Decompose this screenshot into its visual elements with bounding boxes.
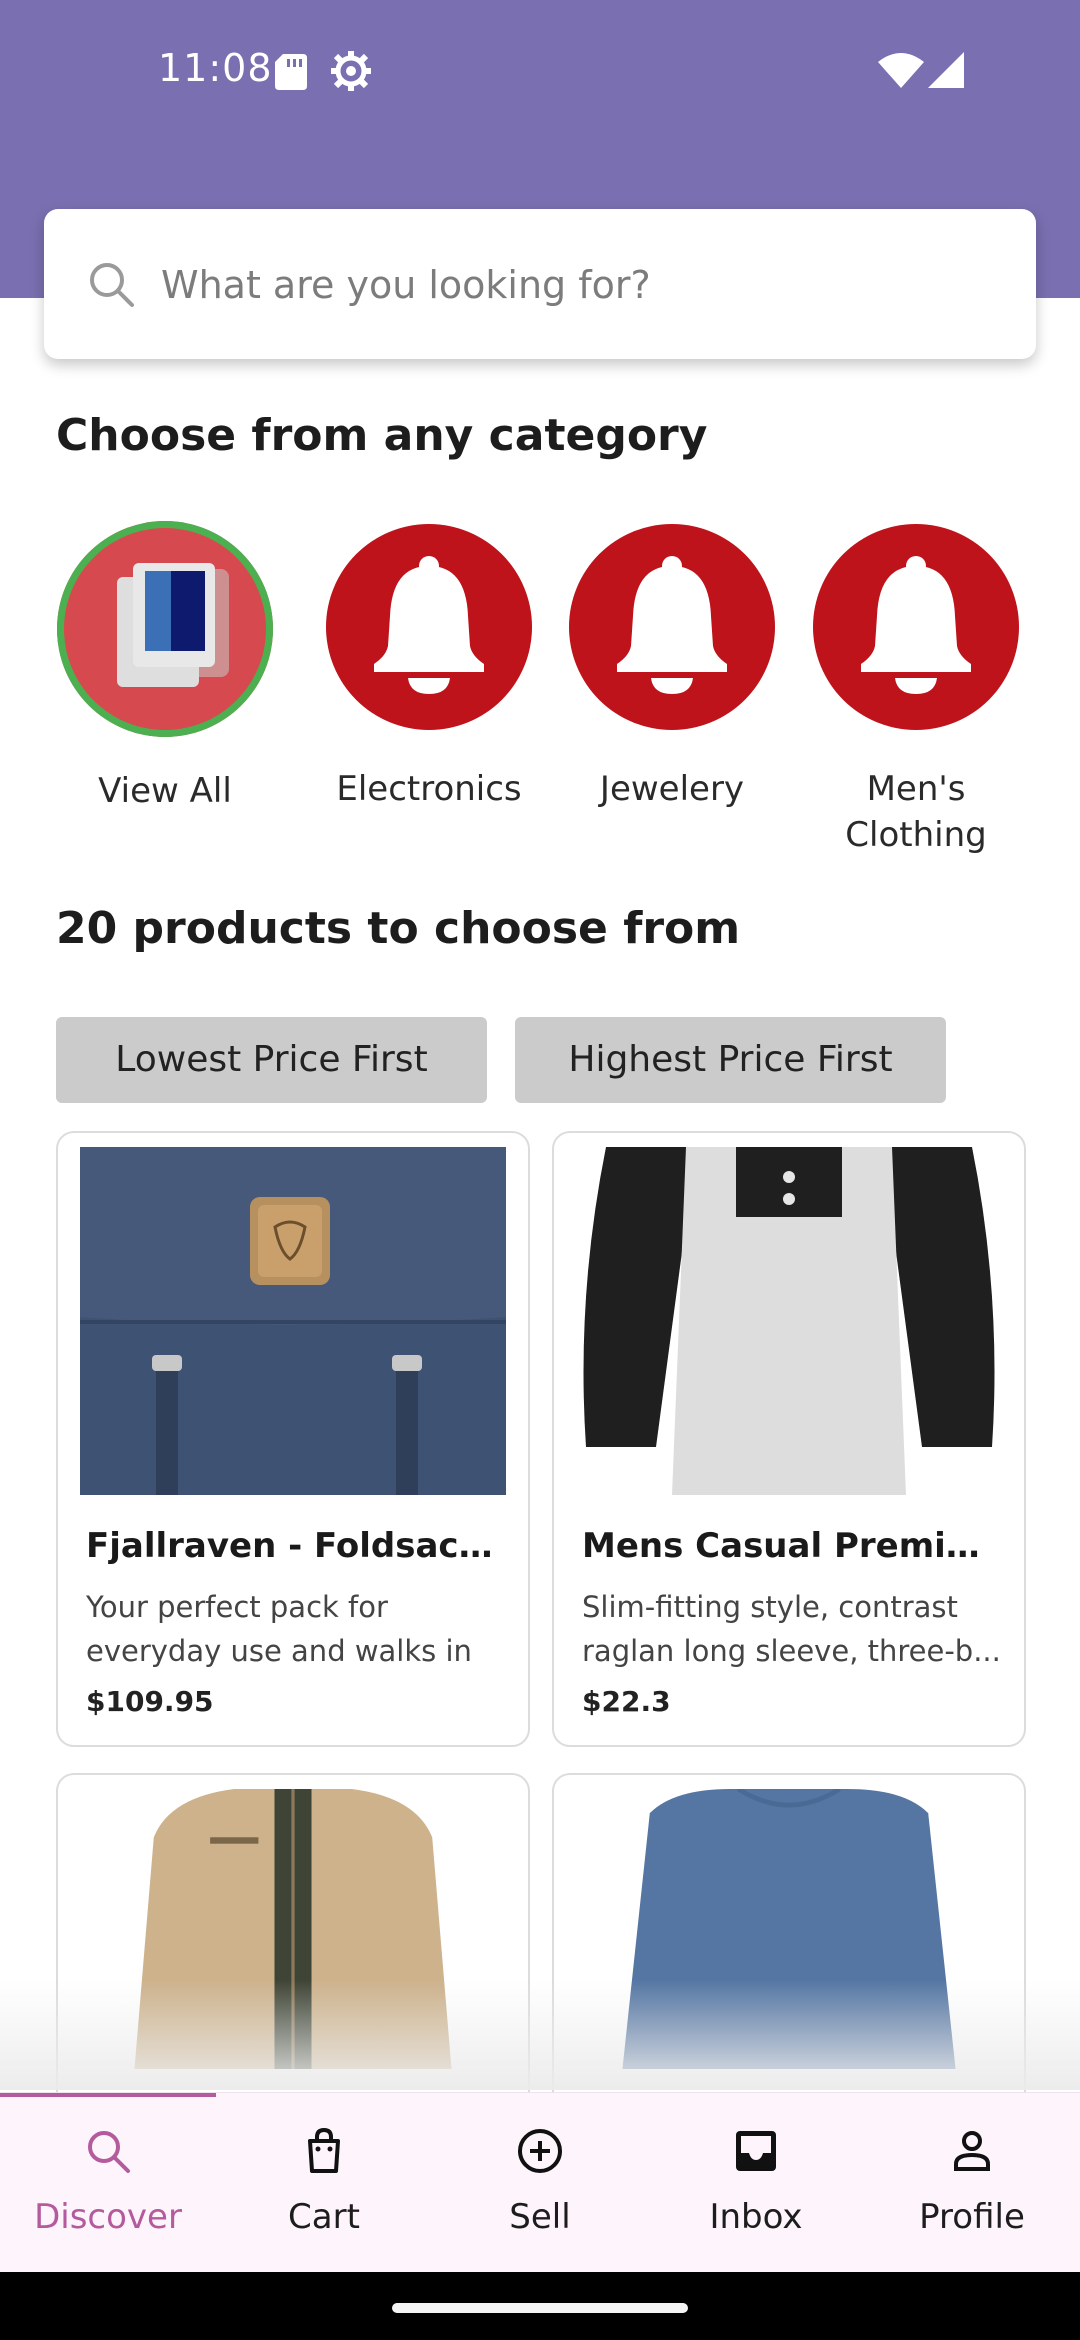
- settings-gear-icon: [331, 51, 371, 91]
- bell-icon: [374, 556, 484, 694]
- scroll-fade: [0, 1980, 1080, 2090]
- bell-icon: [861, 556, 971, 694]
- products-section-title: 20 products to choose from: [56, 903, 741, 954]
- nav-profile[interactable]: Profile: [864, 2093, 1080, 2273]
- product-description: Slim-fitting style, contrast raglan long…: [582, 1590, 1001, 1668]
- product-description: Your perfect pack for everyday use and w…: [86, 1590, 472, 1668]
- active-tab-indicator: [0, 2093, 216, 2097]
- product-title: Fjallraven - Foldsack ...: [86, 1526, 506, 1566]
- add-circle-icon: [518, 2129, 562, 2173]
- search-icon: [88, 2131, 130, 2173]
- person-icon: [954, 2131, 990, 2171]
- category-icon-circle: [57, 521, 273, 737]
- category-mens-clothing[interactable]: Men's Clothing: [796, 524, 1036, 858]
- category-label: Men's Clothing: [845, 769, 987, 855]
- nav-label: Profile: [919, 2197, 1025, 2237]
- category-label: Electronics: [336, 769, 522, 809]
- nav-label: Discover: [34, 2197, 182, 2237]
- home-gesture-handle[interactable]: [392, 2303, 688, 2313]
- raglan-tshirt-image: [576, 1147, 1002, 1495]
- bottom-navigation: Discover Cart Sell Inbox Profile: [0, 2092, 1080, 2273]
- sort-highest-price-button[interactable]: Highest Price First: [515, 1017, 946, 1103]
- category-icon-circle: [326, 524, 532, 730]
- cell-signal-icon: [928, 52, 964, 88]
- nav-cart[interactable]: Cart: [216, 2093, 432, 2273]
- nav-discover[interactable]: Discover: [0, 2093, 216, 2273]
- product-card[interactable]: Fjallraven - Foldsack ... Your perfect p…: [56, 1131, 530, 1747]
- product-title: Mens Casual Premiu...: [582, 1526, 1002, 1566]
- category-electronics[interactable]: Electronics: [309, 524, 549, 812]
- sd-card-icon: [275, 54, 307, 90]
- backpack-image: [80, 1147, 506, 1495]
- category-icon-circle: [813, 524, 1019, 730]
- category-label: Jewelery: [599, 769, 745, 809]
- wifi-icon: [878, 53, 924, 88]
- product-card[interactable]: Mens Casual Premiu... Slim-fitting style…: [552, 1131, 1026, 1747]
- product-price: $22.3: [582, 1685, 671, 1718]
- status-bar: 11:08: [0, 0, 1080, 140]
- product-price: $109.95: [86, 1685, 214, 1718]
- category-section-title: Choose from any category: [56, 410, 708, 461]
- nav-sell[interactable]: Sell: [432, 2093, 648, 2273]
- search-bar[interactable]: [44, 209, 1036, 359]
- status-time: 11:08: [158, 46, 273, 90]
- nav-inbox[interactable]: Inbox: [648, 2093, 864, 2273]
- category-view-all[interactable]: View All: [45, 521, 285, 814]
- nav-label: Sell: [509, 2197, 571, 2237]
- shopping-bag-icon: [308, 2127, 340, 2173]
- inbox-icon: [736, 2131, 776, 2171]
- search-input[interactable]: [159, 249, 1003, 321]
- category-jewelery[interactable]: Jewelery: [552, 524, 792, 812]
- category-label: View All: [98, 771, 232, 811]
- category-icon-circle: [569, 524, 775, 730]
- search-icon: [90, 263, 134, 307]
- bell-icon: [617, 556, 727, 694]
- nav-label: Cart: [288, 2197, 360, 2237]
- sort-lowest-price-button[interactable]: Lowest Price First: [56, 1017, 487, 1103]
- nav-label: Inbox: [709, 2197, 803, 2237]
- view-all-icon: [117, 563, 229, 687]
